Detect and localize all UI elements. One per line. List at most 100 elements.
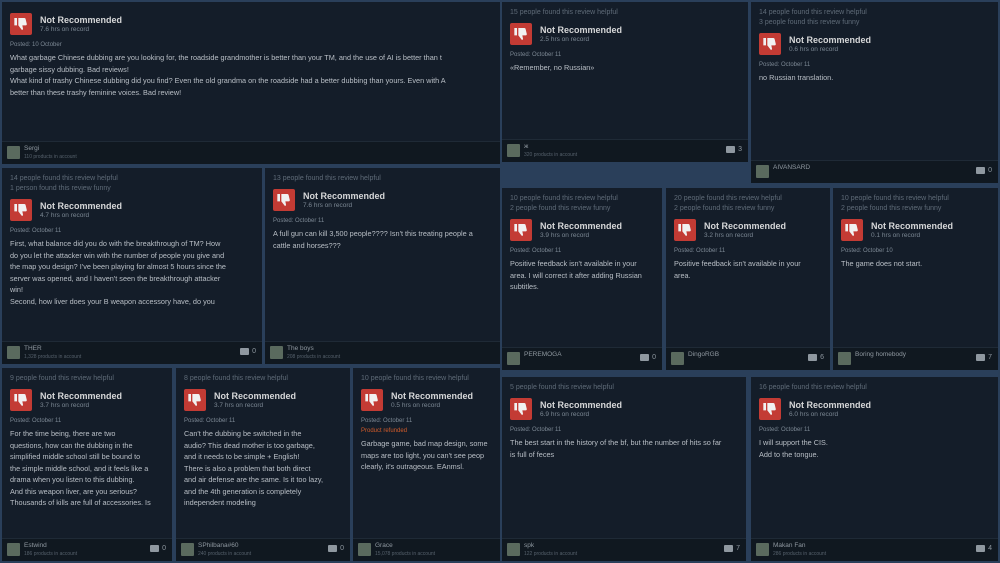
recommendation: Not Recommended 3.7 hrs on record [184, 389, 342, 411]
hours-on-record: 6.0 hrs on record [789, 411, 839, 418]
posted-date: Posted: October 11 [510, 248, 562, 254]
username[interactable]: PEREMOGA [524, 351, 562, 358]
recommendation: Not Recommended 2.5 hrs on record [510, 23, 740, 45]
helpful-count: 10 people found this review helpful [361, 375, 469, 382]
posted-date: Posted: October 11 [759, 427, 811, 433]
comment-button[interactable]: 3 [726, 146, 742, 153]
comment-button[interactable]: 6 [808, 354, 824, 361]
funny-count: 2 people found this review funny [674, 205, 775, 212]
avatar[interactable] [756, 543, 769, 556]
username[interactable]: The boys [287, 345, 314, 352]
hours-on-record: 6.9 hrs on record [540, 411, 590, 418]
review-card: 14 people found this review helpful 1 per… [2, 168, 262, 364]
username[interactable]: Boring homebody [855, 351, 906, 358]
username[interactable]: Sergi [24, 145, 39, 152]
review-card: 10 people found this review helpful 2 peo… [833, 188, 998, 370]
product-count: 110 products in account [24, 154, 77, 160]
comment-bubble-icon [976, 167, 986, 174]
review-card: Not Recommended 7.6 hrs on record Posted… [2, 2, 500, 164]
comment-count: 0 [988, 167, 992, 174]
review-text: For the time being, there are two questi… [10, 429, 151, 507]
hours-on-record: 3.7 hrs on record [214, 402, 264, 409]
review-card: 9 people found this review helpful Not R… [2, 368, 172, 561]
comment-bubble-icon [724, 545, 734, 552]
funny-count: 1 person found this review funny [10, 185, 111, 192]
comment-button[interactable]: 7 [724, 545, 740, 552]
hours-on-record: 3.2 hrs on record [704, 232, 754, 239]
recommendation-label: Not Recommended [704, 221, 787, 231]
comment-bubble-icon [808, 354, 818, 361]
review-footer: AIVANSARD 0 [751, 160, 998, 183]
comment-bubble-icon [726, 146, 736, 153]
review-text: no Russian translation. [759, 73, 834, 82]
review-footer: Estwind 186 products in account 0 [2, 538, 172, 561]
recommendation: Not Recommended 7.6 hrs on record [273, 189, 492, 211]
username[interactable]: Makan Fan [773, 542, 806, 549]
hours-on-record: 0.1 hrs on record [871, 232, 921, 239]
username[interactable]: SPhilbana#60 [198, 542, 238, 549]
helpful-count: 9 people found this review helpful [10, 375, 114, 382]
avatar[interactable] [507, 352, 520, 365]
text-fade [751, 139, 998, 161]
avatar[interactable] [507, 543, 520, 556]
avatar[interactable] [270, 346, 283, 359]
comment-button[interactable]: 0 [976, 167, 992, 174]
username[interactable]: AIVANSARD [773, 164, 810, 171]
review-text: First, what balance did you do with the … [10, 239, 226, 306]
review-card: 13 people found this review helpful Not … [265, 168, 500, 364]
avatar[interactable] [7, 146, 20, 159]
funny-count: 2 people found this review funny [510, 205, 611, 212]
username[interactable]: DingoRGB [688, 351, 719, 358]
review-footer: PEREMOGA 0 [502, 347, 662, 370]
comment-button[interactable]: 0 [640, 354, 656, 361]
posted-date: Posted: October 11 [674, 248, 726, 254]
username[interactable]: Estwind [24, 542, 47, 549]
recommendation: Not Recommended 0.6 hrs on record [759, 33, 990, 55]
recommendation: Not Recommended 3.9 hrs on record [510, 219, 654, 241]
avatar[interactable] [7, 346, 20, 359]
recommendation-label: Not Recommended [303, 191, 386, 201]
review-card: 5 people found this review helpful Not R… [502, 377, 746, 561]
review-footer: THER 1,328 products in account 0 [2, 341, 262, 364]
comment-button[interactable]: 4 [976, 545, 992, 552]
posted-date: Posted: October 11 [273, 218, 325, 224]
hours-on-record: 7.6 hrs on record [303, 202, 353, 209]
username[interactable]: spk [524, 542, 534, 549]
text-fade [353, 517, 500, 539]
text-fade [2, 320, 262, 342]
recommendation-label: Not Recommended [214, 391, 297, 401]
comment-count: 4 [988, 545, 992, 552]
avatar[interactable] [671, 352, 684, 365]
review-text: Garbage game, bad map design, some maps … [361, 439, 488, 471]
comment-bubble-icon [640, 354, 650, 361]
review-footer: Boring homebody 7 [833, 347, 998, 370]
comment-button[interactable]: 7 [976, 354, 992, 361]
username[interactable]: Grace [375, 542, 393, 549]
helpful-count: 15 people found this review helpful [510, 9, 618, 16]
comment-button[interactable]: 0 [328, 545, 344, 552]
comment-button[interactable]: 0 [240, 348, 256, 355]
recommendation: Not Recommended 4.7 hrs on record [10, 199, 254, 221]
product-count: 240 products in account [198, 551, 252, 557]
recommendation: Not Recommended 6.0 hrs on record [759, 398, 990, 420]
review-card: 10 people found this review helpful Not … [353, 368, 500, 561]
avatar[interactable] [358, 543, 371, 556]
recommendation-label: Not Recommended [789, 400, 872, 410]
posted-date: Posted: October 11 [361, 418, 413, 424]
avatar[interactable] [181, 543, 194, 556]
helpful-count: 13 people found this review helpful [273, 175, 381, 182]
helpful-count: 20 people found this review helpful [674, 195, 782, 202]
username[interactable]: THER [24, 345, 42, 352]
funny-count: 3 people found this review funny [759, 19, 860, 26]
avatar[interactable] [756, 165, 769, 178]
username[interactable]: ж [524, 143, 528, 150]
text-fade [502, 326, 662, 348]
product-count: 208 products in account [287, 354, 341, 360]
avatar[interactable] [838, 352, 851, 365]
avatar[interactable] [7, 543, 20, 556]
posted-date: Posted: October 11 [184, 418, 236, 424]
posted-date: Posted: October 11 [10, 228, 62, 234]
avatar[interactable] [507, 144, 520, 157]
comment-count: 7 [736, 545, 740, 552]
comment-button[interactable]: 0 [150, 545, 166, 552]
